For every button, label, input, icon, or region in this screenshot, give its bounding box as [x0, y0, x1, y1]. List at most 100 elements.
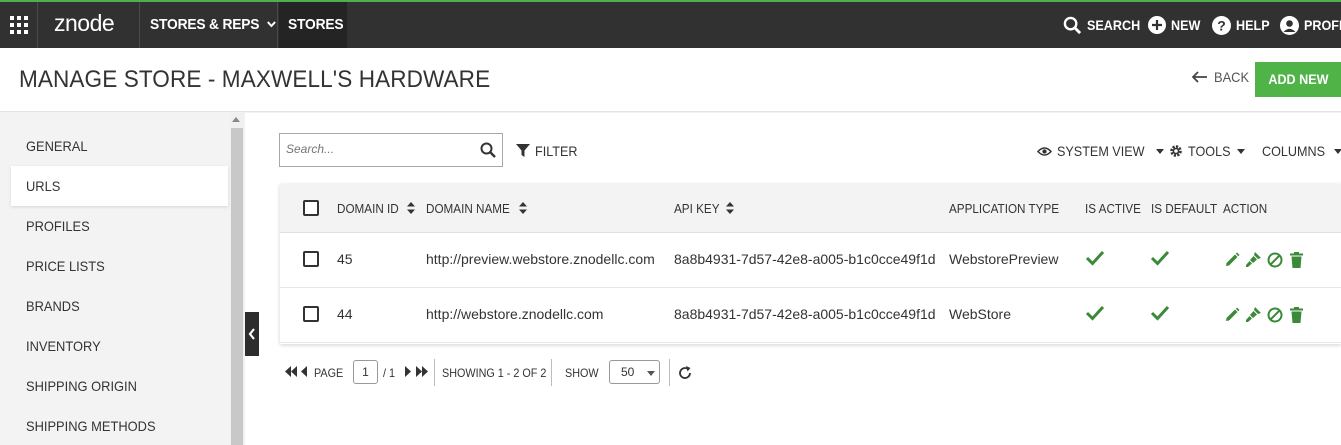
sidebar-item-label: URLS [26, 178, 61, 194]
svg-text:?: ? [1217, 17, 1226, 33]
brush-icon[interactable] [1245, 306, 1262, 323]
column-header-domain-name[interactable]: DOMAIN NAME [426, 184, 519, 233]
active-check-icon [1085, 305, 1105, 321]
application-type-cell: WebstorePreview [949, 251, 1059, 267]
showing-count: SHOWING 1 - 2 OF 2 [442, 366, 558, 380]
delete-icon[interactable] [1290, 307, 1303, 323]
active-check-icon [1085, 250, 1105, 266]
columns-dropdown[interactable]: COLUMNS [1262, 143, 1341, 159]
column-header-label: IS DEFAULT [1151, 201, 1218, 216]
collapse-sidebar-button[interactable] [245, 312, 259, 356]
domain-id-cell: 44 [337, 306, 353, 322]
sidebar-item-label: GENERAL [26, 138, 88, 154]
sort-icon[interactable] [519, 202, 527, 214]
column-header-domain-id[interactable]: DOMAIN ID [337, 184, 406, 233]
table-header: DOMAIN ID DOMAIN NAME API KEY APPLICATIO… [280, 184, 1341, 233]
page-total-text: / 1 [383, 366, 396, 380]
new-link[interactable]: NEW [1148, 2, 1204, 48]
application-type-cell: WebStore [949, 306, 1011, 322]
first-page-icon[interactable] [284, 366, 298, 377]
help-label: HELP [1236, 17, 1270, 33]
delete-icon[interactable] [1290, 252, 1303, 268]
tools-dropdown[interactable]: TOOLS [1169, 143, 1246, 159]
profile-label: PROFI [1304, 17, 1341, 33]
brush-icon[interactable] [1245, 251, 1262, 268]
chevron-left-icon [248, 328, 255, 340]
arrow-left-icon [1192, 71, 1207, 83]
caret-down-icon [1156, 148, 1165, 154]
page-total: / 1 [383, 366, 396, 380]
column-header-label: IS ACTIVE [1085, 201, 1141, 216]
columns-label: COLUMNS [1262, 143, 1326, 159]
previous-page-icon[interactable] [300, 366, 308, 377]
disable-icon[interactable] [1267, 307, 1283, 323]
sidebar: GENERAL URLS PROFILES PRICE LISTS BRANDS… [0, 113, 230, 445]
new-label: NEW [1171, 17, 1201, 33]
row-checkbox[interactable] [303, 251, 319, 267]
select-all-checkbox[interactable] [303, 200, 319, 216]
znode-logo[interactable]: znode [40, 2, 140, 48]
table-row: 45 http://preview.webstore.znodellc.com … [280, 233, 1341, 288]
search-input[interactable] [286, 142, 466, 156]
filter-label: FILTER [535, 143, 578, 159]
search-label: SEARCH [1087, 17, 1141, 33]
column-header-label: DOMAIN ID [337, 201, 399, 216]
refresh-icon[interactable] [678, 366, 692, 380]
nav-stores[interactable]: STORES [288, 2, 344, 48]
page-number-input[interactable]: 1 [353, 360, 378, 384]
help-icon: ? [1212, 15, 1231, 35]
nav-stores-reps[interactable]: STORES & REPS [150, 2, 277, 48]
column-header-label: API KEY [674, 201, 720, 216]
search-icon[interactable] [480, 142, 496, 158]
sidebar-item-inventory[interactable]: INVENTORY [0, 326, 229, 366]
system-view-dropdown[interactable]: SYSTEM VIEW [1037, 143, 1165, 159]
search-link[interactable]: SEARCH [1063, 2, 1146, 48]
plus-circle-icon [1148, 16, 1166, 34]
caret-down-icon [1237, 148, 1246, 154]
sidebar-scrollbar-thumb[interactable] [231, 128, 243, 445]
profile-link[interactable]: PROFI [1280, 2, 1341, 48]
domains-table: DOMAIN ID DOMAIN NAME API KEY APPLICATIO… [280, 184, 1341, 344]
search-box [279, 133, 503, 167]
last-page-icon[interactable] [415, 366, 429, 377]
chevron-down-icon [266, 21, 276, 28]
sidebar-item-shipping-methods[interactable]: SHIPPING METHODS [0, 406, 229, 445]
page-size-value: 50 [621, 365, 635, 379]
help-link[interactable]: ? HELP [1212, 2, 1273, 48]
scroll-up-arrow-icon[interactable] [232, 117, 240, 122]
filter-button[interactable]: FILTER [516, 143, 582, 159]
sidebar-item-label: PROFILES [26, 218, 90, 234]
sidebar-item-price-lists[interactable]: PRICE LISTS [0, 246, 229, 286]
column-header-api-key[interactable]: API KEY [674, 184, 725, 233]
domain-name-cell: http://webstore.znodellc.com [426, 306, 604, 322]
column-header-is-default: IS DEFAULT [1151, 184, 1224, 233]
page-size-select[interactable]: 50 [609, 360, 660, 384]
sidebar-item-general[interactable]: GENERAL [0, 126, 229, 166]
top-navigation-bar: znode STORES & REPS STORES SEARCH NEW ? … [0, 0, 1341, 48]
pager-divider [434, 359, 435, 386]
sidebar-item-profiles[interactable]: PROFILES [0, 206, 229, 246]
back-button[interactable]: BACK [1192, 69, 1252, 85]
sort-icon[interactable] [726, 202, 734, 214]
add-new-button[interactable]: ADD NEW [1255, 62, 1341, 97]
sidebar-item-shipping-origin[interactable]: SHIPPING ORIGIN [0, 366, 229, 406]
app-grid-icon[interactable] [0, 2, 38, 48]
nav-stores-reps-label: STORES & REPS [150, 16, 260, 33]
column-header-label: APPLICATION TYPE [949, 201, 1060, 216]
page-label-text: PAGE [314, 366, 344, 380]
sidebar-item-label: BRANDS [26, 298, 80, 314]
sidebar-item-urls[interactable]: URLS [11, 166, 228, 206]
sidebar-item-brands[interactable]: BRANDS [0, 286, 229, 326]
row-checkbox[interactable] [303, 306, 319, 322]
next-page-icon[interactable] [404, 366, 412, 377]
show-label: SHOW [565, 366, 602, 380]
search-icon [1063, 16, 1082, 34]
filter-icon [516, 144, 530, 157]
sort-icon[interactable] [407, 202, 415, 214]
column-header-is-active: IS ACTIVE [1085, 184, 1147, 233]
api-key-cell: 8a8b4931-7d57-42e8-a005-b1c0cce49f1d [674, 306, 936, 322]
disable-icon[interactable] [1267, 252, 1283, 268]
edit-icon[interactable] [1224, 252, 1240, 268]
caret-down-icon [647, 371, 655, 376]
edit-icon[interactable] [1224, 307, 1240, 323]
